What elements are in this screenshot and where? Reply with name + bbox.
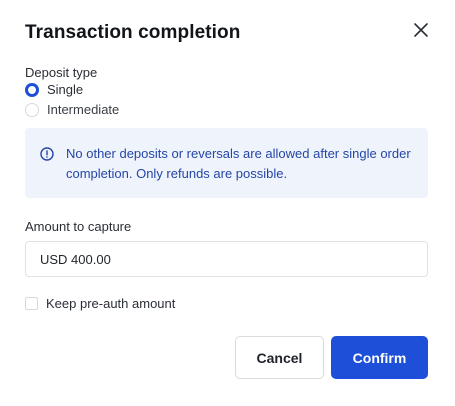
radio-intermediate[interactable] [25, 102, 39, 117]
amount-label: Amount to capture [25, 219, 132, 234]
radio-intermediate-label: Intermediate [47, 102, 120, 117]
transaction-completion-dialog: Transaction completion Deposit type Sing… [0, 0, 455, 406]
radio-option-single[interactable]: Single [25, 82, 83, 97]
keep-preauth-label: Keep pre-auth amount [46, 296, 176, 311]
close-icon [414, 23, 428, 37]
radio-single-label: Single [47, 82, 84, 97]
info-notice: No other deposits or reversals are allow… [25, 128, 428, 198]
info-text: No other deposits or reversals are allow… [66, 146, 411, 181]
keep-preauth-option[interactable]: Keep pre-auth amount [25, 296, 175, 311]
dialog-title: Transaction completion [25, 22, 241, 43]
cancel-button[interactable]: Cancel [235, 336, 324, 379]
info-icon [40, 147, 54, 161]
keep-preauth-checkbox[interactable] [25, 297, 38, 310]
radio-single[interactable] [25, 82, 39, 97]
confirm-button[interactable]: Confirm [331, 336, 428, 379]
close-button[interactable] [409, 18, 433, 42]
amount-input[interactable] [25, 241, 428, 277]
deposit-type-label: Deposit type [25, 65, 98, 80]
radio-option-intermediate[interactable]: Intermediate [25, 102, 119, 117]
